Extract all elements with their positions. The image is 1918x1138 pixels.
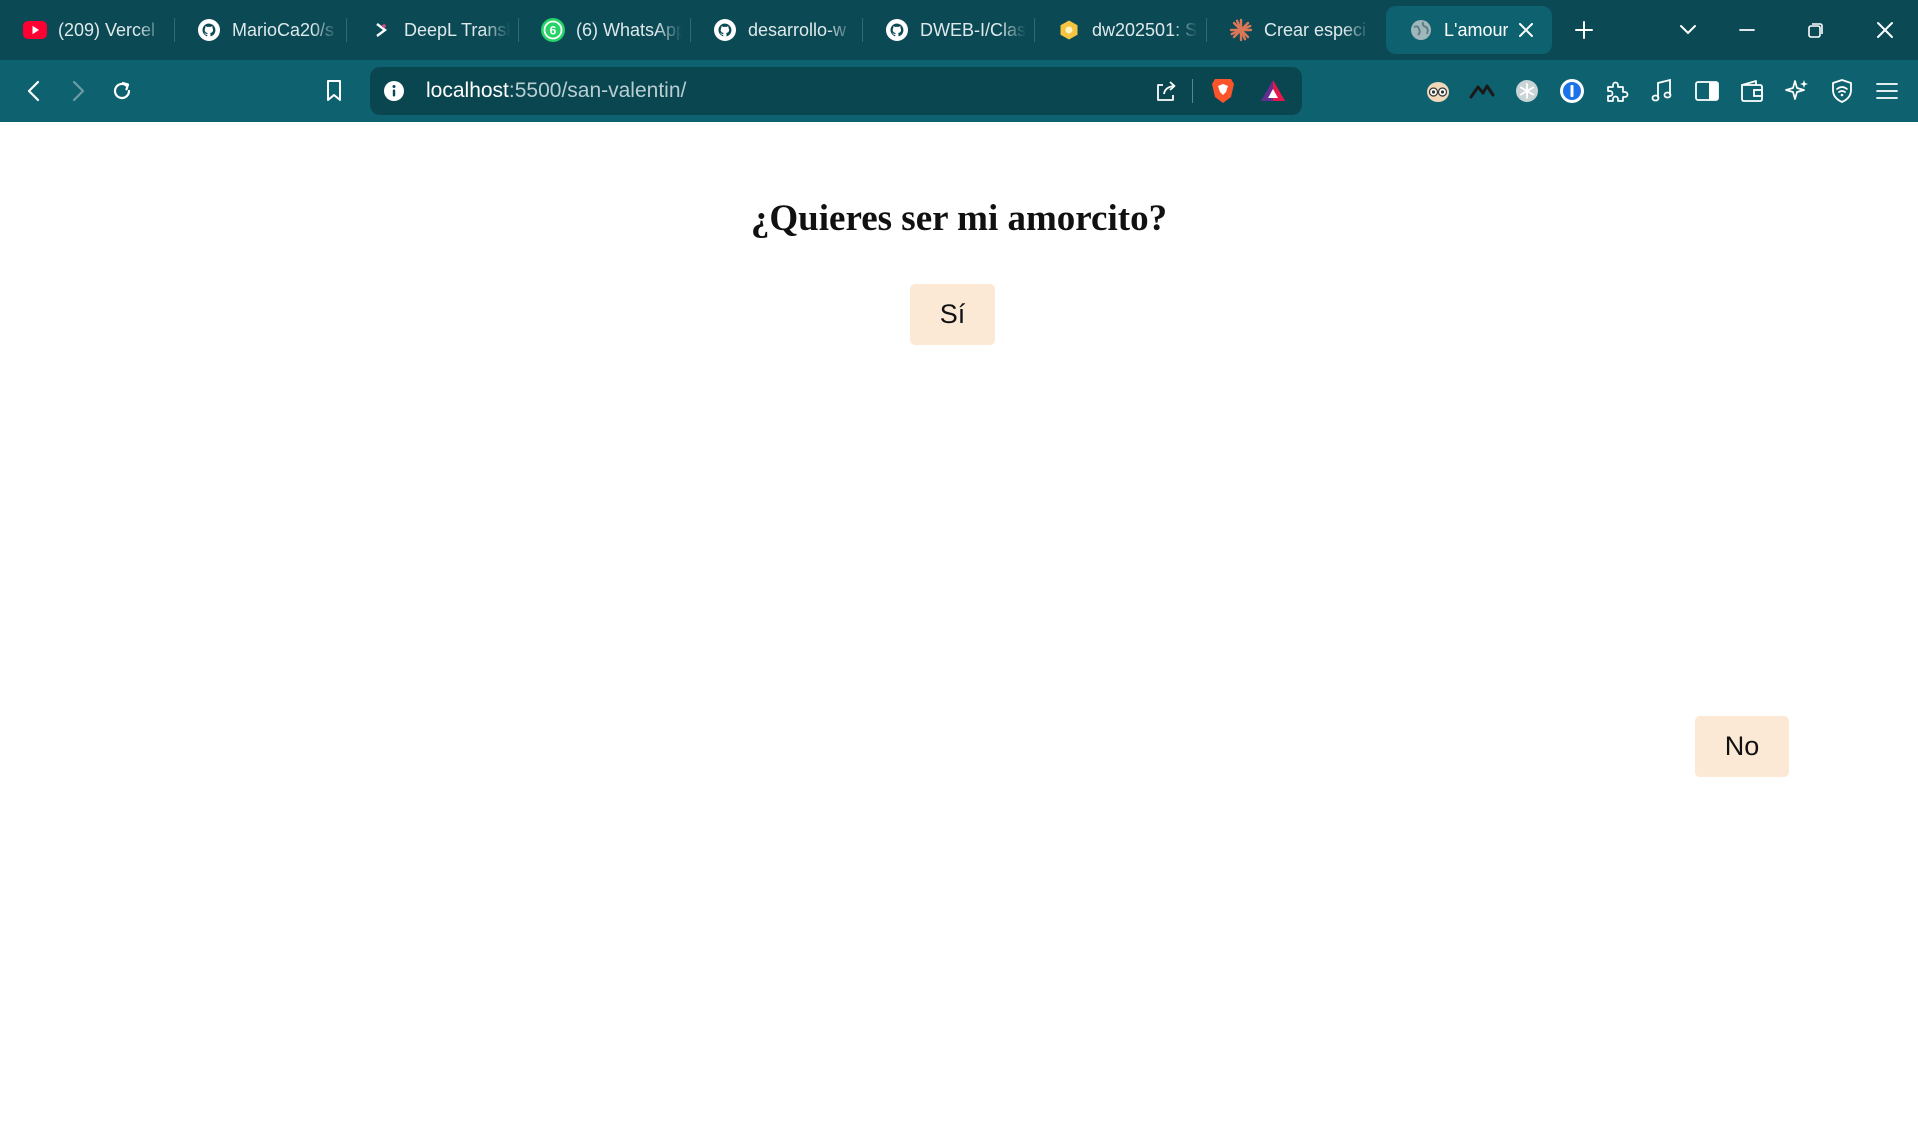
tab-search-button[interactable] [1670,12,1706,48]
tab-title: dw202501: S [1092,19,1198,40]
page-question: ¿Quieres ser mi amorcito? [750,198,1168,239]
tab-title: (209) Vercel [58,19,156,40]
extension-snowflake-icon[interactable] [1509,73,1545,109]
media-controls-icon[interactable] [1644,73,1680,109]
tab-github-desarrollo[interactable]: desarrollo-w [690,6,854,54]
page-content: ¿Quieres ser mi amorcito? Sí No [0,122,1918,1138]
forward-button[interactable] [60,73,96,109]
tab-title: Crear especi [1264,19,1367,40]
tab-lamour[interactable]: L'amour [1386,6,1552,54]
tab-github-mario[interactable]: MarioCa20/s [174,6,338,54]
minimize-icon [1739,29,1755,31]
tab-moodle[interactable]: dw202501: S [1034,6,1198,54]
brave-shields-icon[interactable] [1208,76,1238,106]
tab-title: MarioCa20/s [232,19,335,40]
menu-icon[interactable] [1869,73,1905,109]
extension-owl-icon[interactable] [1420,73,1456,109]
whatsapp-icon: 6 [540,17,566,43]
reload-button[interactable] [104,73,140,109]
deepl-icon [368,17,394,43]
youtube-icon [22,17,48,43]
yes-button[interactable]: Sí [910,284,995,345]
github-icon [196,17,222,43]
tab-claude[interactable]: Crear especi [1206,6,1370,54]
tab-title: desarrollo-w [748,19,847,40]
url-host: localhost [426,79,509,102]
sidebar-toggle-icon[interactable] [1689,73,1725,109]
github-icon [884,17,910,43]
minimize-button[interactable] [1729,12,1765,48]
whatsapp-badge: 6 [550,24,557,38]
close-icon [1877,22,1893,38]
vpn-shield-icon[interactable] [1824,73,1860,109]
chevron-down-icon [1680,25,1696,35]
globe-icon [1408,17,1434,43]
address-bar-divider [1192,79,1193,103]
plus-icon [1575,21,1593,39]
url-text[interactable]: localhost:5500/san-valentin/ [426,80,686,102]
forward-arrow-icon [72,80,85,102]
moodle-icon [1056,17,1082,43]
tab-whatsapp[interactable]: 6 (6) WhatsApp [518,6,682,54]
extensions-puzzle-icon[interactable] [1599,73,1635,109]
tab-youtube[interactable]: (209) Vercel [0,6,164,54]
close-tab-icon[interactable] [1514,18,1538,42]
back-arrow-icon [27,80,40,102]
wallet-icon[interactable] [1734,73,1770,109]
no-button[interactable]: No [1695,716,1789,777]
github-icon [712,17,738,43]
tab-title: (6) WhatsApp [576,19,682,40]
tab-strip: (209) Vercel MarioCa20/s DeepL Transl 6 … [0,0,1918,60]
close-window-button[interactable] [1867,12,1903,48]
extension-chart-icon[interactable] [1464,73,1500,109]
tab-title: L'amour [1444,19,1509,40]
brave-rewards-icon[interactable] [1258,76,1288,106]
bookmark-icon [327,80,341,101]
restore-button[interactable] [1798,12,1834,48]
share-icon[interactable] [1152,77,1180,105]
site-info-icon[interactable] [382,79,406,103]
back-button[interactable] [16,73,52,109]
bookmark-button[interactable] [316,73,352,109]
browser-toolbar: localhost:5500/san-valentin/ [0,60,1918,122]
extension-password-manager-icon[interactable] [1554,73,1590,109]
tab-github-dweb[interactable]: DWEB-I/Clas [862,6,1026,54]
tab-title: DeepL Transl [404,19,510,40]
address-bar[interactable]: localhost:5500/san-valentin/ [370,67,1302,115]
claude-icon [1228,17,1254,43]
tab-deepl[interactable]: DeepL Transl [346,6,510,54]
tab-title: DWEB-I/Clas [920,19,1026,40]
url-path: :5500/san-valentin/ [508,79,687,102]
leo-ai-icon[interactable] [1779,73,1815,109]
restore-icon [1808,23,1823,38]
reload-icon [113,81,131,100]
new-tab-button[interactable] [1566,12,1602,48]
